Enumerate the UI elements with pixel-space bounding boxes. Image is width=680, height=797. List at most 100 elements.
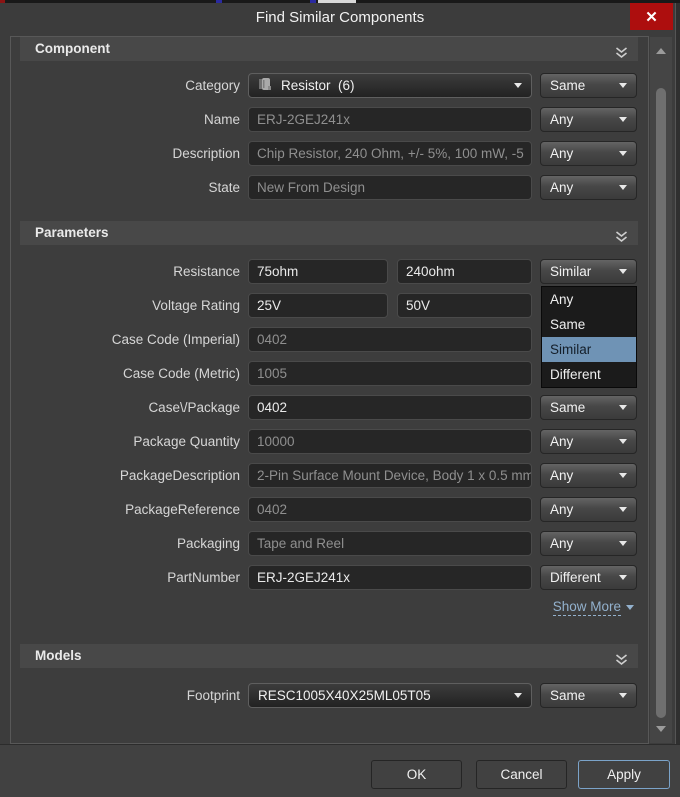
apply-button[interactable]: Apply: [578, 760, 670, 789]
packaging-match-select[interactable]: Any: [540, 531, 637, 556]
label-description: Description: [172, 146, 240, 161]
package-reference-match-value: Any: [550, 502, 574, 517]
caret-down-icon: [514, 83, 522, 88]
category-match-select[interactable]: Same: [540, 73, 637, 98]
match-options-popup: Any Same Similar Different: [541, 286, 637, 388]
package-reference-match-select[interactable]: Any: [540, 497, 637, 522]
dialog-right-edge: [676, 3, 680, 744]
footprint-match-value: Same: [550, 688, 586, 703]
package-reference-field[interactable]: 0402: [248, 497, 532, 522]
popup-option-different[interactable]: Different: [542, 362, 636, 387]
collapse-chevron-icon[interactable]: [615, 650, 628, 674]
label-state: State: [208, 180, 240, 195]
voltage-to-field[interactable]: 50V: [397, 293, 532, 318]
package-quantity-match-select[interactable]: Any: [540, 429, 637, 454]
caret-down-icon: [619, 83, 627, 88]
package-quantity-match-value: Any: [550, 434, 574, 449]
resistance-match-select[interactable]: Similar: [540, 259, 637, 284]
caret-down-icon: [619, 185, 627, 190]
section-header-component: Component: [20, 37, 638, 61]
caret-down-icon: [619, 693, 627, 698]
part-number-match-select[interactable]: Different: [540, 565, 637, 590]
popup-option-similar[interactable]: Similar: [542, 337, 636, 362]
label-package-description: PackageDescription: [119, 468, 240, 483]
state-match-value: Any: [550, 180, 574, 195]
show-more-label: Show More: [552, 599, 621, 616]
package-description-field[interactable]: 2-Pin Surface Mount Device, Body 1 x 0.5…: [248, 463, 532, 488]
footprint-match-select[interactable]: Same: [540, 683, 637, 708]
state-field[interactable]: New From Design: [248, 175, 532, 200]
case-code-imperial-field[interactable]: 0402: [248, 327, 532, 352]
category-match-value: Same: [550, 78, 586, 93]
caret-down-icon: [619, 151, 627, 156]
caret-down-icon: [619, 405, 627, 410]
label-case-code-imperial: Case Code (Imperial): [111, 332, 240, 347]
close-icon: ✕: [645, 8, 658, 26]
dialog-title: Find Similar Components: [255, 9, 425, 26]
scrollbar-thumb[interactable]: [656, 88, 666, 718]
label-name: Name: [203, 112, 240, 127]
case-package-match-select[interactable]: Same: [540, 395, 637, 420]
label-footprint: Footprint: [186, 688, 240, 703]
part-number-match-value: Different: [550, 570, 601, 585]
ok-button[interactable]: OK: [371, 760, 462, 789]
voltage-from-field[interactable]: 25V: [248, 293, 388, 318]
description-field[interactable]: Chip Resistor, 240 Ohm, +/- 5%, 100 mW, …: [248, 141, 532, 166]
resistance-to-field[interactable]: 240ohm: [397, 259, 532, 284]
package-quantity-field[interactable]: 10000: [248, 429, 532, 454]
name-match-select[interactable]: Any: [540, 107, 637, 132]
category-combo-value: Resistor (6): [281, 78, 355, 93]
collapse-chevron-icon[interactable]: [615, 43, 628, 67]
popup-option-any[interactable]: Any: [542, 287, 636, 312]
packaging-field[interactable]: Tape and Reel: [248, 531, 532, 556]
label-part-number: PartNumber: [167, 570, 240, 585]
caret-down-icon: [514, 693, 522, 698]
package-description-match-value: Any: [550, 468, 574, 483]
part-number-field[interactable]: ERJ-2GEJ241x: [248, 565, 532, 590]
cancel-button[interactable]: Cancel: [476, 760, 567, 789]
caret-down-icon: [619, 575, 627, 580]
name-field[interactable]: ERJ-2GEJ241x: [248, 107, 532, 132]
caret-down-icon: [619, 541, 627, 546]
description-match-select[interactable]: Any: [540, 141, 637, 166]
dialog-titlebar: Find Similar Components: [0, 3, 680, 33]
section-title-parameters: Parameters: [35, 225, 109, 240]
case-package-field[interactable]: 0402: [248, 395, 532, 420]
category-combo[interactable]: Resistor (6): [248, 73, 532, 98]
close-button[interactable]: ✕: [630, 3, 673, 30]
caret-down-icon: [619, 473, 627, 478]
label-case-package: Case\/Package: [148, 400, 240, 415]
name-match-value: Any: [550, 112, 574, 127]
description-match-value: Any: [550, 146, 574, 161]
case-code-metric-field[interactable]: 1005: [248, 361, 532, 386]
resistance-from-field[interactable]: 75ohm: [248, 259, 388, 284]
package-description-match-select[interactable]: Any: [540, 463, 637, 488]
resistance-match-value: Similar: [550, 264, 592, 279]
label-packaging: Packaging: [176, 536, 240, 551]
show-more-link[interactable]: Show More: [552, 599, 634, 616]
caret-down-icon: [619, 439, 627, 444]
footprint-combo-value: RESC1005X40X25ML05T05: [258, 688, 431, 703]
label-package-quantity: Package Quantity: [133, 434, 240, 449]
scroll-down-icon[interactable]: [656, 726, 666, 732]
section-title-models: Models: [35, 648, 82, 663]
footprint-combo[interactable]: RESC1005X40X25ML05T05: [248, 683, 532, 708]
scroll-up-icon[interactable]: [656, 48, 666, 54]
section-header-models: Models: [20, 644, 638, 668]
dialog-footer: OK Cancel Apply: [0, 744, 680, 797]
caret-down-icon: [619, 117, 627, 122]
state-match-select[interactable]: Any: [540, 175, 637, 200]
label-case-code-metric: Case Code (Metric): [122, 366, 240, 381]
show-more-caret-icon: [626, 605, 634, 610]
label-resistance: Resistance: [173, 264, 240, 279]
case-package-match-value: Same: [550, 400, 586, 415]
collapse-chevron-icon[interactable]: [615, 227, 628, 251]
section-title-component: Component: [35, 41, 110, 56]
caret-down-icon: [619, 507, 627, 512]
label-category: Category: [185, 78, 240, 93]
label-package-reference: PackageReference: [125, 502, 240, 517]
section-header-parameters: Parameters: [20, 221, 638, 245]
packaging-match-value: Any: [550, 536, 574, 551]
popup-option-same[interactable]: Same: [542, 312, 636, 337]
caret-down-icon: [619, 269, 627, 274]
